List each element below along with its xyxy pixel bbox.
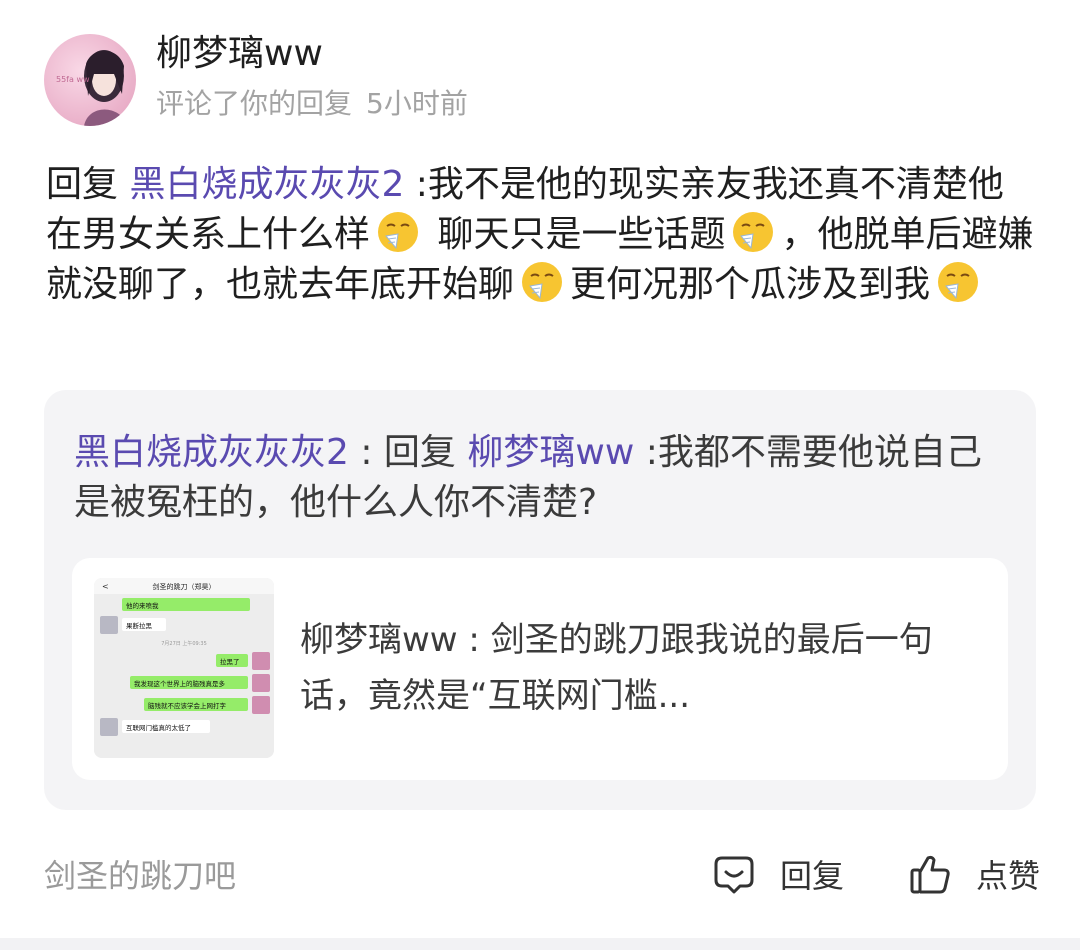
- thumb-message: 他的来喷我: [126, 601, 159, 610]
- quote-mention-link[interactable]: 柳梦璃ww: [467, 432, 634, 473]
- bottom-divider: [0, 938, 1080, 950]
- comment-text-4: 更何况那个瓜涉及到我: [570, 264, 931, 305]
- timestamp: 5小时前: [366, 87, 468, 120]
- thumb-message: 脑残就不应该学会上网打字: [148, 701, 227, 710]
- chat-screenshot-thumbnail[interactable]: < 剑圣的跳刀（郑昊） 他的来喷我 果断拉黑 7月27日 上午09:35 拉黑了…: [94, 578, 274, 758]
- quoted-reply-text: 黑白烧成灰灰灰2 : 回复 柳梦璃ww :我都不需要他说自己是被冤枉的，他什么人…: [74, 428, 1014, 528]
- thumb-avatar: [252, 652, 270, 670]
- thumb-avatar: [252, 696, 270, 714]
- action-text: 评论了你的回复: [156, 87, 353, 120]
- thumb-avatar: [252, 674, 270, 692]
- reply-label: 回复: [780, 857, 845, 895]
- original-post-text: 柳梦璃ww : 剑圣的跳刀跟我说的最后一句话，竟然是“互联网门槛...: [300, 612, 960, 724]
- thumb-date: 7月27日 上午09:35: [161, 640, 207, 647]
- quote-author-link[interactable]: 黑白烧成灰灰灰2: [74, 432, 349, 473]
- thumb-back-icon: <: [102, 582, 109, 591]
- thumb-avatar: [100, 718, 118, 736]
- comment-body: 回复 黑白烧成灰灰灰2 :我不是他的现实亲友我还真不清楚他在男女关系上什么样 聊…: [46, 160, 1036, 310]
- sneezing-face-icon: [520, 260, 564, 304]
- avatar[interactable]: 55fa ww: [44, 34, 136, 126]
- like-label: 点赞: [976, 857, 1041, 895]
- notification-meta: 评论了你的回复 5小时前: [156, 84, 468, 124]
- thumb-message: 互联网门槛真的太低了: [126, 723, 191, 732]
- author-name[interactable]: 柳梦璃ww: [156, 30, 323, 78]
- sneezing-face-icon: [936, 260, 980, 304]
- mention-link[interactable]: 黑白烧成灰灰灰2: [129, 164, 404, 205]
- svg-text:55fa ww: 55fa ww: [56, 75, 90, 84]
- comment-icon: [712, 852, 756, 896]
- thumb-avatar: [100, 616, 118, 634]
- like-button[interactable]: 点赞: [908, 850, 1040, 898]
- thumb-message: 果断拉黑: [126, 621, 153, 630]
- thumb-title: 剑圣的跳刀（郑昊）: [153, 582, 216, 591]
- forum-name[interactable]: 剑圣的跳刀吧: [44, 854, 236, 898]
- thumb-message: 我发现这个世界上的脑残真是多: [134, 679, 226, 688]
- thumb-message: 拉黑了: [220, 657, 240, 666]
- thumbs-up-icon: [908, 852, 952, 896]
- comment-text-2: 聊天只是一些话题: [426, 214, 726, 255]
- original-post-card[interactable]: < 剑圣的跳刀（郑昊） 他的来喷我 果断拉黑 7月27日 上午09:35 拉黑了…: [72, 558, 1008, 780]
- reply-prefix: 回复: [46, 164, 130, 205]
- original-post-author: 柳梦璃ww: [300, 620, 458, 660]
- quote-separator: : 回复: [348, 432, 468, 473]
- reply-button[interactable]: 回复: [712, 850, 844, 898]
- sneezing-face-icon: [731, 210, 775, 254]
- sneezing-face-icon: [376, 210, 420, 254]
- quoted-reply-card[interactable]: 黑白烧成灰灰灰2 : 回复 柳梦璃ww :我都不需要他说自己是被冤枉的，他什么人…: [44, 390, 1036, 810]
